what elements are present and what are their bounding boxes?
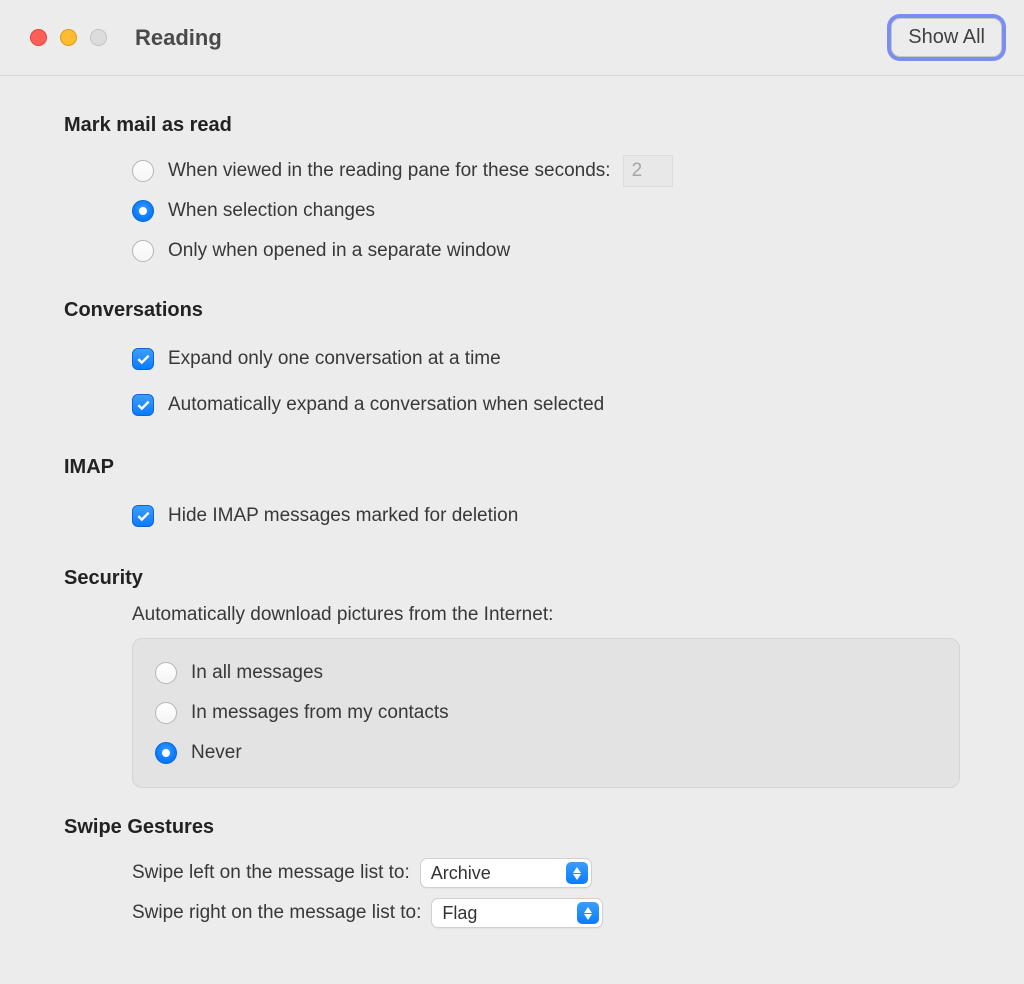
window-title: Reading xyxy=(135,25,222,51)
radio-button-selected-icon[interactable] xyxy=(155,742,177,764)
radio-button-icon[interactable] xyxy=(132,240,154,262)
swipe-right-label: Swipe right on the message list to: xyxy=(132,902,421,924)
window-controls xyxy=(30,29,107,46)
seconds-field[interactable]: 2 xyxy=(623,155,673,187)
swipe-right-select[interactable]: Flag xyxy=(431,898,603,928)
minimize-window-icon[interactable] xyxy=(60,29,77,46)
zoom-window-icon[interactable] xyxy=(90,29,107,46)
updown-stepper-icon[interactable] xyxy=(566,862,588,884)
conversations-expand-one[interactable]: Expand only one conversation at a time xyxy=(132,336,960,382)
swipe-left-label: Swipe left on the message list to: xyxy=(132,862,410,884)
mark-read-option-selection[interactable]: When selection changes xyxy=(132,191,960,231)
mark-read-option-separate[interactable]: Only when opened in a separate window xyxy=(132,231,960,271)
mark-read-group: When viewed in the reading pane for thes… xyxy=(64,151,960,271)
radio-button-icon[interactable] xyxy=(132,160,154,182)
option-label: In messages from my contacts xyxy=(191,702,449,724)
mark-read-option-viewed[interactable]: When viewed in the reading pane for thes… xyxy=(132,151,960,191)
imap-hide-deleted[interactable]: Hide IMAP messages marked for deletion xyxy=(132,493,960,539)
swipe-left-select[interactable]: Archive xyxy=(420,858,592,888)
imap-group: Hide IMAP messages marked for deletion xyxy=(64,493,960,539)
option-label: Never xyxy=(191,742,242,764)
swipe-right-row: Swipe right on the message list to: Flag xyxy=(64,893,960,933)
option-label: When selection changes xyxy=(168,200,375,222)
download-pictures-panel: In all messages In messages from my cont… xyxy=(132,638,960,788)
conversations-auto-expand[interactable]: Automatically expand a conversation when… xyxy=(132,382,960,428)
option-label: Hide IMAP messages marked for deletion xyxy=(168,505,518,527)
download-option-contacts[interactable]: In messages from my contacts xyxy=(155,693,937,733)
checkbox-checked-icon[interactable] xyxy=(132,348,154,370)
titlebar: Reading Show All xyxy=(0,0,1024,76)
updown-stepper-icon[interactable] xyxy=(577,902,599,924)
content-area: Mark mail as read When viewed in the rea… xyxy=(0,76,1024,984)
select-value: Archive xyxy=(431,863,491,884)
radio-button-icon[interactable] xyxy=(155,702,177,724)
checkbox-checked-icon[interactable] xyxy=(132,394,154,416)
download-option-all[interactable]: In all messages xyxy=(155,653,937,693)
section-heading-mark-read: Mark mail as read xyxy=(64,114,960,137)
conversations-group: Expand only one conversation at a time A… xyxy=(64,336,960,428)
option-label: Automatically expand a conversation when… xyxy=(168,394,604,416)
select-value: Flag xyxy=(442,903,477,924)
radio-button-selected-icon[interactable] xyxy=(132,200,154,222)
preferences-window: Reading Show All Mark mail as read When … xyxy=(0,0,1024,984)
security-download-label: Automatically download pictures from the… xyxy=(64,604,960,626)
section-heading-imap: IMAP xyxy=(64,456,960,479)
section-heading-conversations: Conversations xyxy=(64,299,960,322)
download-option-never[interactable]: Never xyxy=(155,733,937,773)
option-label: When viewed in the reading pane for thes… xyxy=(168,160,611,182)
option-label: Expand only one conversation at a time xyxy=(168,348,501,370)
option-label: In all messages xyxy=(191,662,323,684)
swipe-left-row: Swipe left on the message list to: Archi… xyxy=(64,853,960,893)
option-label: Only when opened in a separate window xyxy=(168,240,510,262)
checkbox-checked-icon[interactable] xyxy=(132,505,154,527)
section-heading-security: Security xyxy=(64,567,960,590)
radio-button-icon[interactable] xyxy=(155,662,177,684)
section-heading-swipe: Swipe Gestures xyxy=(64,816,960,839)
show-all-button[interactable]: Show All xyxy=(891,18,1002,57)
close-window-icon[interactable] xyxy=(30,29,47,46)
